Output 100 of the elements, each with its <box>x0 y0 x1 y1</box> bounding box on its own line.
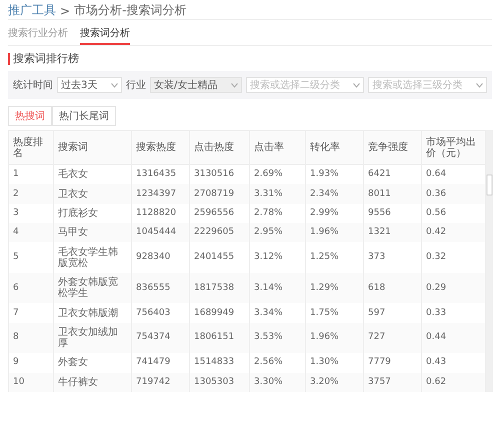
table-cell: 0.56 <box>422 204 486 223</box>
column-header: 搜索词 <box>54 130 132 164</box>
column-header: 热度排名 <box>8 130 54 164</box>
table-cell: 10 <box>8 372 54 392</box>
table-cell: 0.44 <box>422 322 486 354</box>
table-cell: 3.12% <box>250 242 306 273</box>
tab[interactable]: 热门长尾词 <box>52 106 116 126</box>
table-cell: 1 <box>8 164 54 184</box>
table-cell: 0.36 <box>422 184 486 204</box>
filter-label: 行业 <box>126 78 146 92</box>
caret-icon <box>110 82 118 88</box>
table-cell: 1.25% <box>306 242 364 273</box>
table-cell: 754374 <box>132 322 190 354</box>
table-cell: 1128820 <box>132 204 190 223</box>
table-cell: 928340 <box>132 242 190 273</box>
table-cell: 2 <box>8 184 54 204</box>
table-cell: 1045444 <box>132 223 190 242</box>
breadcrumb-link[interactable]: 推广工具 <box>8 2 56 19</box>
table-cell: 6 <box>8 272 54 304</box>
table-cell: 3757 <box>364 372 422 392</box>
column-header: 转化率 <box>306 130 364 164</box>
table-cell: 3.31% <box>250 184 306 204</box>
table-cell: 756403 <box>132 303 190 323</box>
table-cell: 1806151 <box>190 322 250 354</box>
table-cell: 0.29 <box>422 272 486 304</box>
table-cell: 毛衣女 <box>54 164 132 184</box>
table-cell: 6421 <box>364 164 422 184</box>
scrollbar[interactable] <box>486 130 493 392</box>
table-cell: 2596556 <box>190 204 250 223</box>
breadcrumb-separator: > <box>60 4 70 18</box>
table-cell: 8011 <box>364 184 422 204</box>
table-cell: 1.96% <box>306 223 364 242</box>
table-cell: 1305303 <box>190 372 250 392</box>
table-cell: 0.33 <box>422 303 486 323</box>
table-cell: 1234397 <box>132 184 190 204</box>
caret-icon <box>476 82 483 88</box>
table-cell: 3.34% <box>250 303 306 323</box>
tab[interactable]: 搜索词分析 <box>80 24 130 45</box>
table-cell: 0.32 <box>422 242 486 273</box>
table-cell: 卫衣女 <box>54 184 132 204</box>
table-cell: 1.29% <box>306 272 364 304</box>
caret-icon <box>230 82 238 88</box>
dropdown-field[interactable]: 女装/女士精品 <box>150 77 242 93</box>
column-header: 搜索热度 <box>132 130 190 164</box>
table-cell: 8 <box>8 322 54 354</box>
table-cell: 1.75% <box>306 303 364 323</box>
table-cell: 马甲女 <box>54 223 132 242</box>
table-cell: 卫衣女韩版潮 <box>54 303 132 323</box>
table-cell: 毛衣女学生韩版宽松 <box>54 242 132 273</box>
table-cell: 618 <box>364 272 422 304</box>
table-cell: 2708719 <box>190 184 250 204</box>
section-title: 搜索词排行榜 <box>8 53 79 65</box>
table-cell: 0.42 <box>422 223 486 242</box>
column-header: 点击热度 <box>190 130 250 164</box>
table-cell: 7779 <box>364 353 422 373</box>
table-cell: 2.56% <box>250 353 306 373</box>
table-cell: 3.30% <box>250 372 306 392</box>
table-cell: 719742 <box>132 372 190 392</box>
table-cell: 1.30% <box>306 353 364 373</box>
caret-icon <box>353 82 360 88</box>
column-header: 市场平均出价（元） <box>422 130 486 164</box>
table-cell: 打底衫女 <box>54 204 132 223</box>
table-cell: 4 <box>8 223 54 242</box>
table-cell: 0.62 <box>422 372 486 392</box>
table-cell: 外套女 <box>54 353 132 373</box>
table-cell: 1321 <box>364 223 422 242</box>
table-cell: 9556 <box>364 204 422 223</box>
table-cell: 2229605 <box>190 223 250 242</box>
table-cell: 2.99% <box>306 204 364 223</box>
tab[interactable]: 热搜词 <box>8 106 52 126</box>
table-cell: 牛仔裤女 <box>54 372 132 392</box>
table-cell: 741479 <box>132 353 190 373</box>
table-cell: 3130516 <box>190 164 250 184</box>
page-title: 市场分析-搜索词分析 <box>74 2 186 19</box>
column-header: 竞争强度 <box>364 130 422 164</box>
filter-label: 统计时间 <box>13 78 53 92</box>
table-cell: 2.69% <box>250 164 306 184</box>
table-cell: 0.64 <box>422 164 486 184</box>
table-cell: 7 <box>8 303 54 323</box>
column-header: 点击率 <box>250 130 306 164</box>
table-cell: 2.34% <box>306 184 364 204</box>
table-cell: 727 <box>364 322 422 354</box>
table-cell: 9 <box>8 353 54 373</box>
table-cell: 836555 <box>132 272 190 304</box>
table-cell: 5 <box>8 242 54 273</box>
table-cell: 卫衣女加绒加厚 <box>54 322 132 354</box>
tab[interactable]: 搜索行业分析 <box>8 24 68 45</box>
table-cell: 外套女韩版宽松学生 <box>54 272 132 304</box>
table-cell: 597 <box>364 303 422 323</box>
table-cell: 1689949 <box>190 303 250 323</box>
dropdown-field[interactable]: 过去3天 <box>57 77 122 93</box>
table-cell: 1316435 <box>132 164 190 184</box>
table-cell: 2.78% <box>250 204 306 223</box>
table-cell: 3 <box>8 204 54 223</box>
table-cell: 1514833 <box>190 353 250 373</box>
table-cell: 1.93% <box>306 164 364 184</box>
table-cell: 0.43 <box>422 353 486 373</box>
table-cell: 3.20% <box>306 372 364 392</box>
table-cell: 3.14% <box>250 272 306 304</box>
table-cell: 2.95% <box>250 223 306 242</box>
